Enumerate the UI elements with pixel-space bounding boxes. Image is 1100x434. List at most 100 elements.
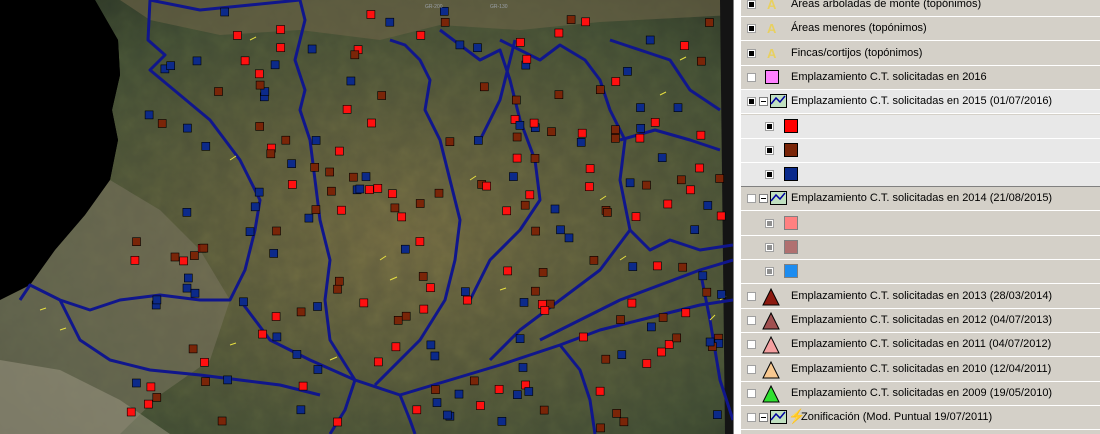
ct-marker[interactable] — [361, 172, 371, 181]
ct-marker[interactable] — [190, 288, 200, 298]
ct-marker[interactable] — [276, 25, 285, 34]
ct-marker[interactable] — [531, 286, 540, 296]
legend-row-ct-2012[interactable]: Emplazamiento C.T. solicitadas en 2012 (… — [741, 309, 1100, 333]
ct-marker[interactable] — [461, 287, 470, 297]
ct-marker[interactable] — [430, 351, 440, 361]
ct-marker[interactable] — [400, 244, 410, 254]
expand-collapse-icon[interactable] — [759, 413, 768, 422]
ct-marker[interactable] — [287, 180, 297, 189]
ct-marker[interactable] — [415, 199, 425, 208]
ct-marker[interactable] — [416, 30, 426, 40]
ct-marker[interactable] — [603, 208, 612, 217]
ct-marker[interactable] — [702, 287, 712, 297]
ct-marker[interactable] — [686, 185, 695, 195]
ct-marker[interactable] — [601, 354, 611, 364]
ct-marker[interactable] — [619, 417, 629, 427]
ct-marker[interactable] — [576, 138, 586, 147]
ct-marker[interactable] — [635, 133, 645, 143]
ct-marker[interactable] — [287, 159, 296, 168]
ct-marker[interactable] — [611, 125, 620, 134]
ct-marker[interactable] — [192, 56, 202, 66]
ct-marker[interactable] — [355, 184, 365, 194]
ct-marker[interactable] — [509, 172, 518, 181]
ct-marker[interactable] — [596, 423, 605, 433]
layer-visibility-checkbox[interactable] — [747, 49, 756, 58]
ct-marker[interactable] — [696, 130, 706, 140]
ct-marker[interactable] — [373, 184, 383, 193]
ct-marker[interactable] — [515, 37, 525, 47]
expand-collapse-icon[interactable] — [759, 194, 768, 203]
ct-marker[interactable] — [292, 350, 302, 359]
ct-marker[interactable] — [539, 405, 549, 415]
ct-marker[interactable] — [462, 295, 472, 305]
ct-marker[interactable] — [333, 417, 342, 427]
ct-marker[interactable] — [502, 206, 512, 216]
legend-row-ct-2013[interactable]: Emplazamiento C.T. solicitadas en 2013 (… — [741, 285, 1100, 309]
ct-marker[interactable] — [518, 363, 528, 372]
ct-marker[interactable] — [454, 389, 464, 399]
layer-visibility-checkbox[interactable] — [747, 389, 756, 398]
ct-marker[interactable] — [342, 105, 352, 114]
ct-marker[interactable] — [419, 304, 429, 314]
ct-marker[interactable] — [182, 208, 192, 217]
ct-marker[interactable] — [373, 357, 383, 367]
ct-marker[interactable] — [642, 359, 652, 368]
ct-marker[interactable] — [540, 306, 550, 315]
ct-marker[interactable] — [494, 384, 504, 394]
ct-marker[interactable] — [519, 298, 529, 307]
aerial-map-canvas[interactable]: GR-200 GR-130 — [0, 0, 733, 434]
ct-marker[interactable] — [132, 378, 141, 388]
ct-marker[interactable] — [479, 82, 489, 92]
ct-marker[interactable] — [520, 200, 530, 210]
ct-marker[interactable] — [550, 204, 560, 214]
ct-marker[interactable] — [132, 237, 141, 246]
legend-row-ct-2014-pink[interactable] — [741, 212, 1100, 236]
ct-marker[interactable] — [511, 95, 521, 105]
ct-marker[interactable] — [412, 405, 422, 415]
ct-marker[interactable] — [696, 56, 706, 66]
ct-marker[interactable] — [397, 212, 407, 222]
ct-marker[interactable] — [663, 199, 673, 209]
ct-marker[interactable] — [334, 276, 344, 286]
ct-marker[interactable] — [214, 87, 223, 96]
ct-marker[interactable] — [349, 172, 358, 182]
ct-marker[interactable] — [144, 110, 154, 120]
ct-marker[interactable] — [426, 340, 436, 350]
legend-row-ct-2010[interactable]: Emplazamiento C.T. solicitadas en 2010 (… — [741, 358, 1100, 382]
ct-marker[interactable] — [385, 17, 395, 27]
ct-marker[interactable] — [547, 127, 556, 136]
legend-row-ct-2015[interactable]: Emplazamiento C.T. solicitadas en 2015 (… — [741, 90, 1100, 114]
legend-row-ct-2015-blue[interactable] — [741, 163, 1100, 187]
ct-marker[interactable] — [199, 243, 209, 253]
ct-marker[interactable] — [440, 17, 450, 27]
ct-marker[interactable] — [377, 91, 387, 100]
ct-marker[interactable] — [333, 284, 342, 294]
ct-marker[interactable] — [200, 357, 209, 367]
layer-visibility-checkbox[interactable] — [747, 73, 756, 82]
ct-marker[interactable] — [307, 44, 317, 54]
ct-marker[interactable] — [678, 262, 688, 272]
ct-marker[interactable] — [152, 393, 162, 402]
ct-marker[interactable] — [515, 121, 525, 130]
ct-marker[interactable] — [391, 342, 401, 352]
ct-marker[interactable] — [513, 390, 522, 400]
ct-marker[interactable] — [250, 202, 260, 212]
ct-marker[interactable] — [664, 340, 674, 349]
ct-marker[interactable] — [390, 203, 400, 213]
ct-marker[interactable] — [270, 60, 280, 70]
ct-marker[interactable] — [658, 313, 668, 322]
ct-marker[interactable] — [589, 255, 599, 265]
ct-marker[interactable] — [296, 405, 306, 415]
ct-marker[interactable] — [585, 164, 595, 173]
ct-marker[interactable] — [239, 297, 248, 307]
ct-marker[interactable] — [431, 385, 440, 394]
expand-collapse-icon[interactable] — [759, 97, 768, 106]
ct-marker[interactable] — [512, 132, 522, 142]
ct-marker[interactable] — [585, 182, 594, 191]
legend-row-zonificacion[interactable]: ⚡ Zonificación (Mod. Puntual 19/07/2011) — [741, 406, 1100, 430]
ct-marker[interactable] — [627, 298, 637, 308]
ct-marker[interactable] — [616, 315, 625, 324]
ct-marker[interactable] — [434, 188, 444, 198]
ct-marker[interactable] — [313, 365, 323, 374]
ct-marker[interactable] — [577, 128, 587, 138]
